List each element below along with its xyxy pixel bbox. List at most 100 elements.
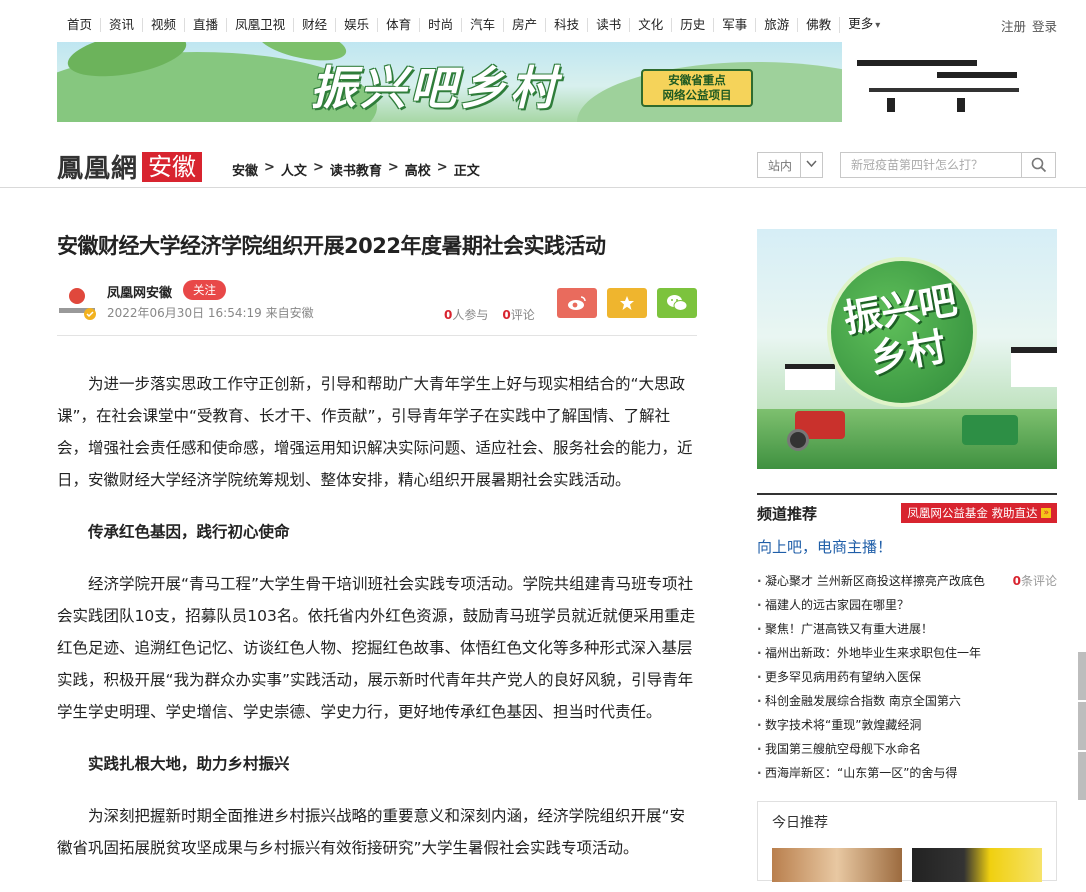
register-link[interactable]: 注册	[1001, 16, 1026, 35]
search-button[interactable]	[1021, 153, 1055, 177]
login-link[interactable]: 登录	[1032, 16, 1057, 35]
article-body: 为进一步落实思政工作守正创新，引导和帮助广大青年学生上好与现实相结合的“大思政课…	[57, 368, 697, 864]
nav-item-history[interactable]: 历史	[671, 18, 713, 32]
logo-text: 鳳凰網	[57, 154, 139, 184]
breadcrumb-item[interactable]: 高校	[405, 160, 431, 179]
favorite-button[interactable]	[607, 288, 647, 318]
breadcrumb-item[interactable]: 安徽	[232, 160, 258, 179]
banner-roof	[937, 72, 1017, 78]
share-wechat-button[interactable]	[657, 288, 697, 318]
today-recommend: 今日推荐	[757, 801, 1057, 882]
breadcrumb-item-current: 正文	[453, 164, 480, 179]
article-subheading: 实践扎根大地，助力乡村振兴	[88, 755, 290, 773]
list-item-text: 凝心聚才 兰州新区商投这样擦亮产改底色	[765, 574, 985, 588]
charity-fund-label: 凤凰网公益基金 救助直达	[907, 506, 1038, 520]
star-icon	[620, 296, 634, 310]
source-avatar[interactable]	[57, 282, 97, 322]
today-title: 今日推荐	[772, 815, 828, 831]
source-name[interactable]: 凤凰网安徽	[107, 282, 172, 301]
list-item[interactable]: 福建人的远古家园在哪里？	[757, 593, 1057, 617]
list-item[interactable]: 西海岸新区：“山东第一区”的舍与得	[757, 761, 1057, 785]
nav-item-entertainment[interactable]: 娱乐	[335, 18, 377, 32]
search-icon	[1031, 157, 1046, 173]
nav-item-travel[interactable]: 旅游	[755, 18, 797, 32]
double-arrow-icon: »	[1041, 508, 1051, 518]
list-item[interactable]: 更多罕见病用药有望纳入医保	[757, 665, 1057, 689]
header-bar: 鳳凰網 安徽 安徽 > 人文 > 读书教育 > 高校 > 正文 站内	[0, 128, 1086, 188]
chevron-down-icon	[800, 153, 822, 177]
sidebar-promo-banner[interactable]: 振兴吧乡村	[757, 229, 1057, 469]
top-nav: 首页 资讯 视频 直播 凤凰卫视 财经 娱乐 体育 时尚 汽车 房产 科技 读书…	[57, 14, 1057, 36]
list-item[interactable]: 我国第三艘航空母舰下水命名	[757, 737, 1057, 761]
channel-header: 频道推荐 凤凰网公益基金 救助直达»	[757, 495, 1057, 531]
nav-item-video[interactable]: 视频	[142, 18, 184, 32]
side-tool-tab[interactable]	[1078, 652, 1086, 700]
list-item[interactable]: 聚焦！广湛高铁又有重大进展！	[757, 617, 1057, 641]
side-tool-tab[interactable]	[1078, 752, 1086, 800]
list-item[interactable]: 科创金融发展综合指数 南京全国第六	[757, 689, 1057, 713]
article-paragraph: 为进一步落实思政工作守正创新，引导和帮助广大青年学生上好与现实相结合的“大思政课…	[57, 375, 693, 489]
nav-item-house[interactable]: 房产	[503, 18, 545, 32]
top-banner-ad[interactable]: 振兴吧乡村 安徽省重点 网络公益项目	[57, 42, 1057, 122]
search-scope-select[interactable]: 站内	[757, 152, 823, 178]
follow-button[interactable]: 关注	[183, 280, 226, 300]
nav-item-more[interactable]: 更多	[839, 17, 888, 33]
weibo-icon	[568, 296, 586, 310]
search-box	[840, 152, 1056, 178]
article-paragraph: 经济学院开展“青马工程”大学生骨干培训班社会实践专项活动。学院共组建青马班专项社…	[57, 575, 696, 721]
search-input[interactable]	[841, 153, 1021, 177]
participants-count[interactable]: 0人参与	[444, 306, 488, 323]
breadcrumb-separator: >	[312, 160, 324, 175]
today-thumbnail[interactable]	[912, 848, 1042, 882]
nav-item-fashion[interactable]: 时尚	[419, 18, 461, 32]
banner-badge-line: 网络公益项目	[662, 88, 732, 102]
participants-label: 人参与	[452, 308, 489, 322]
breadcrumb-item[interactable]: 读书教育	[330, 160, 382, 179]
site-logo[interactable]: 鳳凰網 安徽	[57, 148, 203, 185]
banner-badge: 安徽省重点 网络公益项目	[641, 69, 753, 107]
sidebar: 振兴吧乡村 频道推荐 凤凰网公益基金 救助直达» 向上吧，电商主播！ 凝心聚才 …	[757, 229, 1057, 882]
channel-title: 频道推荐	[757, 504, 818, 523]
article: 安徽财经大学经济学院组织开展2022年度暑期社会实践活动 凤凰网安徽 关注 20…	[57, 230, 697, 884]
side-tool-scrollbar[interactable]	[1078, 652, 1086, 802]
comment-number: 0	[1012, 574, 1021, 588]
nav-item-military[interactable]: 军事	[713, 18, 755, 32]
share-weibo-button[interactable]	[557, 288, 597, 318]
nav-item-live[interactable]: 直播	[184, 18, 226, 32]
nav-item-phoenix-tv[interactable]: 凤凰卫视	[226, 18, 293, 32]
nav-item-culture[interactable]: 文化	[629, 18, 671, 32]
side-tool-tab[interactable]	[1078, 702, 1086, 750]
nav-item-auto[interactable]: 汽车	[461, 18, 503, 32]
banner-window	[887, 98, 895, 112]
nav-item-news[interactable]: 资讯	[100, 18, 142, 32]
comments-label: 评论	[510, 308, 535, 322]
charity-fund-link[interactable]: 凤凰网公益基金 救助直达»	[901, 503, 1057, 523]
breadcrumb-item[interactable]: 人文	[281, 160, 307, 179]
breadcrumb: 安徽 > 人文 > 读书教育 > 高校 > 正文	[232, 160, 480, 179]
nav-item-books[interactable]: 读书	[587, 18, 629, 32]
nav-item-sports[interactable]: 体育	[377, 18, 419, 32]
list-item[interactable]: 福州出新政：外地毕业生来求职包住一年	[757, 641, 1057, 665]
breadcrumb-separator: >	[387, 160, 399, 175]
banner-title: 振兴吧乡村	[310, 61, 560, 115]
comments-count[interactable]: 0评论	[502, 306, 534, 323]
nav-item-tech[interactable]: 科技	[545, 18, 587, 32]
channel-lead-link[interactable]: 向上吧，电商主播！	[757, 535, 1057, 559]
breadcrumb-separator: >	[436, 160, 448, 175]
article-title: 安徽财经大学经济学院组织开展2022年度暑期社会实践活动	[57, 234, 606, 258]
today-thumbnail[interactable]	[772, 848, 902, 882]
list-item[interactable]: 数字技术将“重现”敦煌藏经洞	[757, 713, 1057, 737]
nav-item-buddhism[interactable]: 佛教	[797, 18, 839, 32]
channel-recommend: 频道推荐 凤凰网公益基金 救助直达» 向上吧，电商主播！ 凝心聚才 兰州新区商投…	[757, 493, 1057, 785]
nav-item-finance[interactable]: 财经	[293, 18, 335, 32]
list-item[interactable]: 凝心聚才 兰州新区商投这样擦亮产改底色 0条评论	[757, 569, 1057, 593]
promo-wheel	[787, 429, 809, 451]
logo-region: 安徽	[142, 151, 203, 182]
nav-item-home[interactable]: 首页	[57, 18, 100, 32]
article-meta: 凤凰网安徽 关注 2022年06月30日 16:54:19 来自安徽 0人参与 …	[57, 276, 697, 336]
comment-count[interactable]: 0条评论	[1013, 569, 1057, 593]
article-subheading: 传承红色基因，践行初心使命	[88, 523, 290, 541]
wechat-icon	[667, 295, 688, 311]
promo-tractor	[962, 415, 1018, 445]
banner-roof	[857, 60, 977, 66]
